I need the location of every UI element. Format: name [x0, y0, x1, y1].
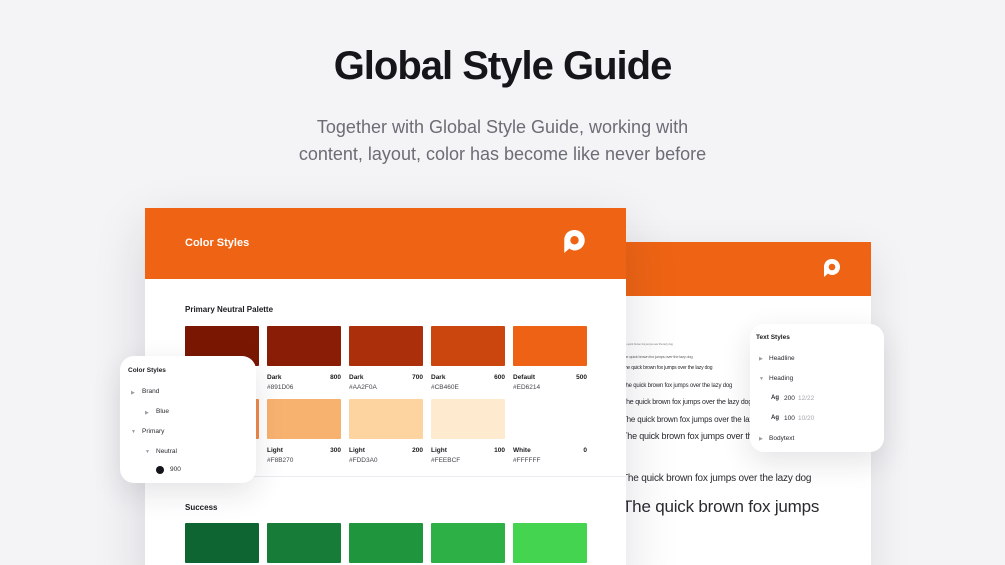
swatch-success-800[interactable] — [267, 523, 341, 563]
text-size: 10/20 — [798, 415, 815, 422]
hero-subtitle-line-1: Together with Global Style Guide, workin… — [316, 117, 689, 137]
swatch-hex: #CB460E — [431, 384, 459, 391]
ag-icon: Ag — [771, 395, 779, 401]
caret-right-icon[interactable]: ▶ — [145, 410, 149, 416]
tree-item-neutral[interactable]: Neutral — [156, 448, 177, 455]
swatch-hex: #FDD3A0 — [349, 457, 378, 464]
swatch-hex: #F8B270 — [267, 457, 294, 464]
swatch-hex: #FEEBCF — [431, 457, 461, 464]
caret-down-icon[interactable]: ▼ — [145, 449, 150, 455]
tree-item-primary[interactable]: Primary — [142, 428, 164, 435]
swatch-label: Dark — [349, 374, 364, 381]
hero-title: Global Style Guide — [333, 44, 673, 88]
swatch-dark-700[interactable] — [349, 326, 423, 366]
text-styles-panel: Text Styles ▶ Headline ▼ Heading Ag 200 … — [750, 324, 884, 452]
type-sample-5: The quick brown fox jumps over the lazy … — [622, 399, 752, 406]
swatch-number: 300 — [330, 447, 341, 454]
swatch-light-200[interactable] — [349, 399, 423, 439]
swatch-label: Default — [513, 374, 536, 381]
primary-palette-title: Primary Neutral Palette — [185, 305, 274, 314]
brand-logo-icon — [823, 258, 841, 283]
text-weight[interactable]: 200 — [784, 395, 795, 402]
caret-right-icon[interactable]: ▶ — [759, 356, 763, 362]
color-styles-card-title: Color Styles — [185, 237, 250, 249]
swatch-number: 800 — [330, 374, 341, 381]
tree-item-blue[interactable]: Blue — [156, 408, 169, 415]
tree-item-900[interactable]: 900 — [170, 466, 181, 473]
caret-down-icon[interactable]: ▼ — [759, 376, 764, 382]
swatch-hex: #AA2F0A — [349, 384, 377, 391]
color-styles-panel-title: Color Styles — [128, 367, 166, 374]
swatch-label: Light — [431, 447, 447, 454]
text-styles-panel-title: Text Styles — [756, 334, 790, 341]
swatch-success-600[interactable] — [431, 523, 505, 563]
swatch-hex: #891D06 — [267, 384, 294, 391]
swatch-label: Light — [349, 447, 365, 454]
swatch-number: 700 — [412, 374, 423, 381]
tree-item-bodytext[interactable]: Bodytext — [769, 435, 794, 442]
type-sample-4: The quick brown fox jumps over the lazy … — [622, 383, 733, 389]
type-sample-2: The quick brown fox jumps over the lazy … — [622, 354, 693, 359]
caret-right-icon[interactable]: ▶ — [131, 390, 135, 396]
type-sample-3: The quick brown fox jumps over the lazy … — [622, 365, 713, 371]
caret-right-icon[interactable]: ▶ — [759, 436, 763, 442]
brand-logo-icon — [563, 228, 586, 260]
swatch-number: 600 — [494, 374, 505, 381]
tree-item-headline[interactable]: Headline — [769, 355, 795, 362]
swatch-dark-600[interactable] — [431, 326, 505, 366]
swatch-hex: #ED6214 — [513, 384, 541, 391]
ag-icon: Ag — [771, 415, 779, 421]
type-sample-9: The quick brown fox jumps — [622, 497, 820, 516]
swatch-success-500[interactable] — [513, 523, 587, 563]
success-palette-title: Success — [185, 503, 218, 512]
caret-down-icon[interactable]: ▼ — [131, 429, 136, 435]
swatch-default-500[interactable] — [513, 326, 587, 366]
swatch-light-300[interactable] — [267, 399, 341, 439]
hero-subtitle-line-2: content, layout, color has become like n… — [298, 144, 707, 164]
swatch-light-100[interactable] — [431, 399, 505, 439]
type-sample-1: The quick brown fox jumps over the lazy … — [622, 342, 673, 346]
swatch-label: Dark — [267, 374, 282, 381]
text-weight[interactable]: 100 — [784, 415, 795, 422]
swatch-success-900[interactable] — [185, 523, 259, 563]
swatch-label: White — [513, 447, 531, 454]
hero-subtitle: Together with Global Style Guide, workin… — [0, 114, 1005, 168]
color-styles-card-header: Color Styles — [145, 208, 626, 279]
color-dot-icon — [156, 466, 164, 474]
swatch-number: 500 — [576, 374, 587, 381]
color-styles-panel: Color Styles ▶ Brand ▶ Blue ▼ Primary ▼ … — [120, 356, 256, 483]
swatch-hex: #FFFFFF — [513, 457, 541, 464]
swatch-success-700[interactable] — [349, 523, 423, 563]
swatch-label: Light — [267, 447, 283, 454]
text-size: 12/22 — [798, 395, 815, 402]
swatch-label: Dark — [431, 374, 446, 381]
swatch-number: 100 — [494, 447, 505, 454]
type-sample-8: The quick brown fox jumps over the lazy … — [622, 473, 812, 484]
tree-item-heading[interactable]: Heading — [769, 375, 793, 382]
tree-item-brand[interactable]: Brand — [142, 388, 159, 395]
swatch-number: 200 — [412, 447, 423, 454]
swatch-dark-800[interactable] — [267, 326, 341, 366]
swatch-number: 0 — [583, 447, 587, 454]
